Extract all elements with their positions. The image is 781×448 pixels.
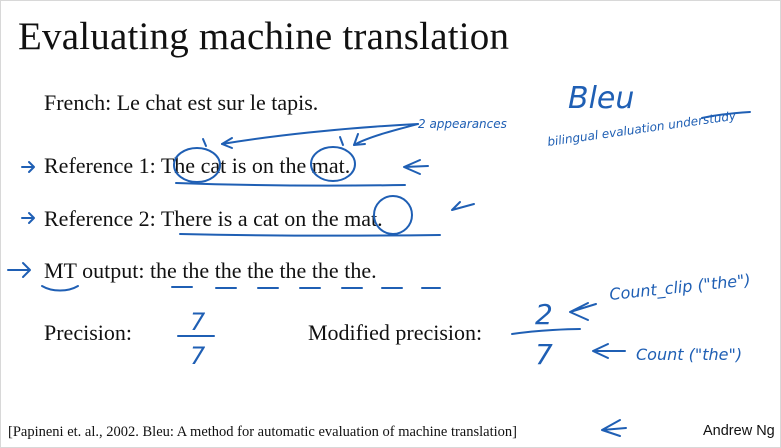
handwritten-annotations: Bleu bilingual evaluation understudy 2 a… — [7, 81, 752, 437]
bleu-annotation: Bleu — [568, 81, 634, 116]
count-annotation: Count ("the") — [636, 345, 742, 364]
count-clip-arrow — [569, 302, 597, 321]
tick-mark-1 — [202, 138, 207, 147]
reference-1-underline — [175, 182, 406, 187]
reference-1-side-arrow — [403, 159, 429, 175]
citation-arrow — [601, 419, 627, 437]
circle-the-ref2 — [373, 195, 413, 235]
modified-fraction-bar — [511, 328, 581, 335]
reference-2-side-arrow — [451, 201, 475, 211]
appearances-annotation: 2 appearances — [418, 117, 507, 131]
left-arrow-ref1 — [21, 161, 35, 173]
tick-mark-2 — [339, 136, 344, 146]
reference-2-underline — [179, 233, 441, 237]
mt-dashes — [171, 286, 441, 289]
circle-the-ref1-a — [173, 147, 221, 183]
arrow-to-the-ref1 — [221, 123, 419, 145]
count-clip-annotation: Count_clip ("the") — [608, 270, 751, 305]
modified-denominator: 7 — [535, 338, 553, 371]
circle-the-ref1-b — [310, 146, 356, 182]
left-arrow-ref2 — [21, 212, 35, 224]
mt-underline — [41, 285, 79, 292]
left-arrow-mt — [7, 262, 31, 278]
precision-denominator: 7 — [190, 342, 206, 370]
count-arrow — [592, 343, 626, 359]
precision-numerator: 7 — [190, 308, 206, 336]
modified-numerator: 2 — [535, 298, 553, 331]
